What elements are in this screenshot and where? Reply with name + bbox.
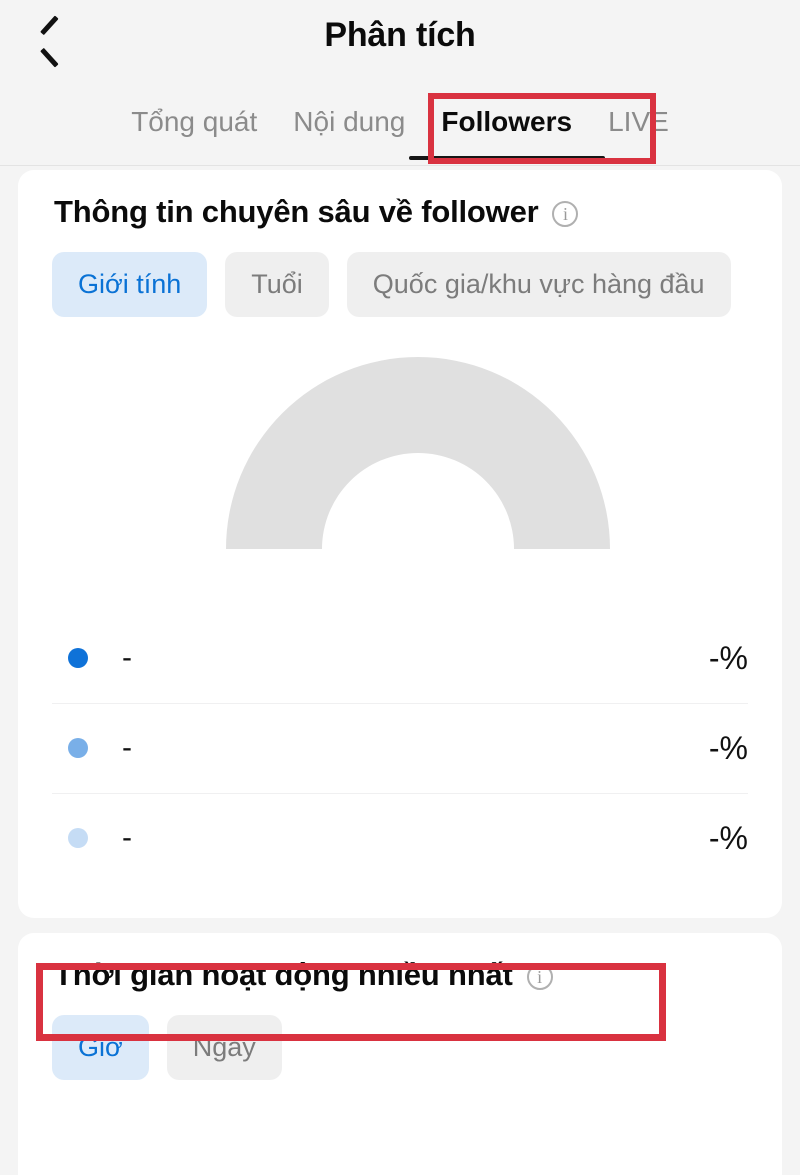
legend-dot xyxy=(68,648,88,668)
most-active-time-card: Thời gian hoạt động nhiều nhất Giờ Ngày xyxy=(18,933,782,1175)
chip-label: Giờ xyxy=(78,1032,123,1062)
info-icon[interactable] xyxy=(526,964,553,990)
most-active-time-title: Thời gian hoạt động nhiều nhất xyxy=(54,957,513,992)
legend-label: - xyxy=(122,641,132,674)
follower-insights-chip-row[interactable]: Giới tính Tuổi Quốc gia/khu vực hàng đầu xyxy=(18,252,782,317)
tab-label: LIVE xyxy=(608,106,669,137)
tab-label: Nội dung xyxy=(293,106,406,137)
tab-noi-dung[interactable]: Nội dung xyxy=(275,106,423,138)
tab-followers[interactable]: Followers xyxy=(408,106,605,160)
chip-gioi-tinh[interactable]: Giới tính xyxy=(52,252,208,317)
navigation-bar: Phân tích xyxy=(0,0,800,78)
legend-dot xyxy=(68,828,88,848)
chip-label: Ngày xyxy=(192,1032,256,1062)
analytics-screen: Phân tích Tổng quát Nội dung Followers L… xyxy=(0,0,800,1175)
chip-label: Quốc gia/khu vực hàng đầu xyxy=(372,269,705,299)
legend-value: -% xyxy=(708,819,748,856)
tab-bar: Tổng quát Nội dung Followers LIVE xyxy=(0,78,800,166)
page-title: Phân tích xyxy=(324,16,476,54)
gender-donut-chart xyxy=(18,339,782,589)
most-active-time-header: Thời gian hoạt động nhiều nhất xyxy=(18,933,782,993)
tab-bar-divider xyxy=(0,165,800,166)
gender-legend: - -% - -% - -% xyxy=(18,613,782,883)
info-icon[interactable] xyxy=(552,201,579,227)
tab-live[interactable]: LIVE xyxy=(590,106,687,138)
list-item: - -% xyxy=(52,703,748,793)
chip-label: Giới tính xyxy=(78,269,182,299)
follower-insights-card: Thông tin chuyên sâu về follower Giới tí… xyxy=(18,170,782,918)
chip-quoc-gia-khu-vuc-hang-dau[interactable]: Quốc gia/khu vực hàng đầu xyxy=(346,252,731,317)
legend-dot xyxy=(68,738,88,758)
legend-label: - xyxy=(122,731,132,764)
list-item: - -% xyxy=(52,613,748,703)
most-active-time-chip-row[interactable]: Giờ Ngày xyxy=(18,1015,782,1080)
chip-label: Tuổi xyxy=(251,269,303,299)
chip-ngay[interactable]: Ngày xyxy=(166,1015,282,1080)
active-tab-indicator xyxy=(408,156,605,160)
legend-value: -% xyxy=(708,639,748,676)
tab-label: Followers xyxy=(441,106,573,137)
follower-insights-title: Thông tin chuyên sâu về follower xyxy=(54,194,539,229)
chip-tuoi[interactable]: Tuổi xyxy=(225,252,329,317)
list-item: - -% xyxy=(52,793,748,883)
follower-insights-header: Thông tin chuyên sâu về follower xyxy=(18,170,782,230)
tab-tong-quat[interactable]: Tổng quát xyxy=(113,106,275,138)
legend-label: - xyxy=(122,821,132,854)
legend-value: -% xyxy=(708,729,748,766)
tab-label: Tổng quát xyxy=(131,106,258,137)
chip-gio[interactable]: Giờ xyxy=(52,1015,149,1080)
